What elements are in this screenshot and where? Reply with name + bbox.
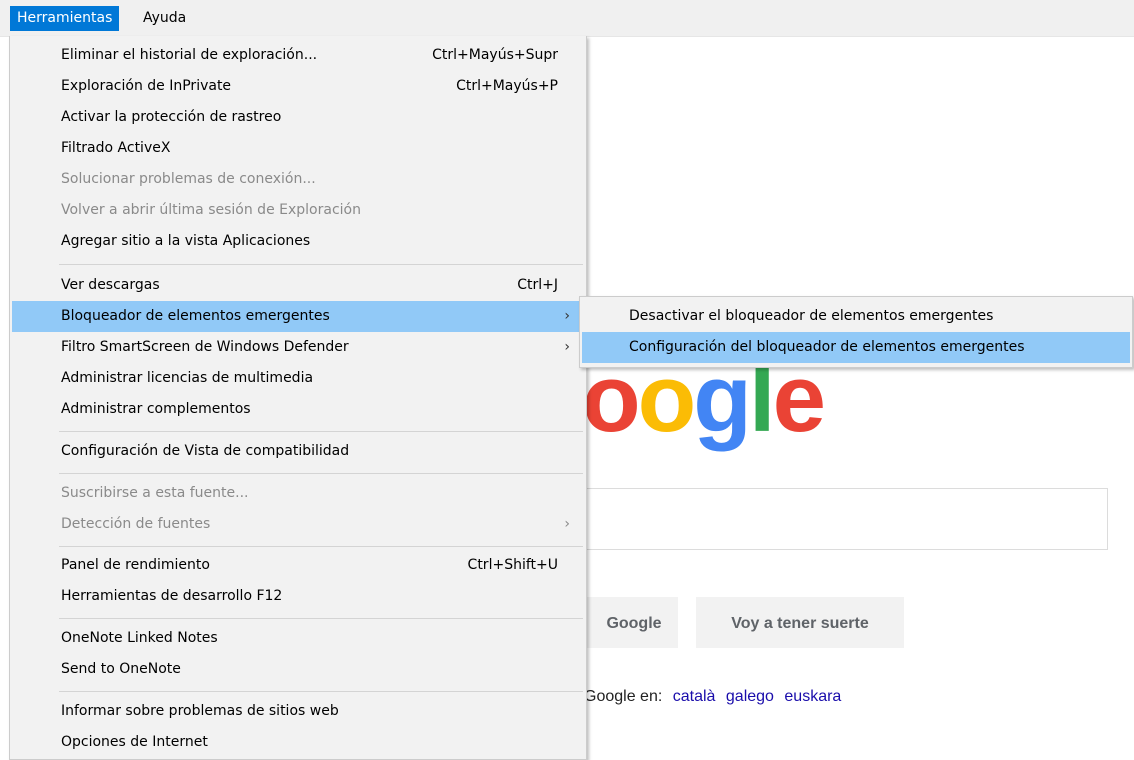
menu-item-shortcut: Ctrl+Mayús+P bbox=[456, 78, 558, 94]
menu-item-send-to-onenote[interactable]: Send to OneNote bbox=[12, 654, 584, 685]
menu-item-shortcut: Ctrl+Shift+U bbox=[467, 557, 558, 573]
menu-item-label: Solucionar problemas de conexión... bbox=[61, 171, 316, 187]
menu-item-fix-connection: Solucionar problemas de conexión... bbox=[12, 164, 584, 195]
menu-item-popup-blocker[interactable]: Bloqueador de elementos emergentes › bbox=[12, 301, 584, 332]
menu-item-tracking-protection[interactable]: Activar la protección de rastreo bbox=[12, 102, 584, 133]
menu-item-label: OneNote Linked Notes bbox=[61, 630, 218, 646]
menu-item-delete-history[interactable]: Eliminar el historial de exploración... … bbox=[12, 40, 584, 71]
menu-item-label: Agregar sitio a la vista Aplicaciones bbox=[61, 233, 311, 249]
menu-item-label: Exploración de InPrivate bbox=[61, 78, 232, 94]
menu-item-label: Send to OneNote bbox=[61, 661, 181, 677]
menu-bar: Herramientas Ayuda bbox=[0, 0, 1134, 37]
language-link-galego[interactable]: galego bbox=[726, 688, 774, 705]
menu-item-internet-options[interactable]: Opciones de Internet bbox=[12, 727, 584, 758]
menu-item-activex-filtering[interactable]: Filtrado ActiveX bbox=[12, 133, 584, 164]
menu-item-label: Panel de rendimiento bbox=[61, 557, 210, 573]
chevron-right-icon: › bbox=[564, 516, 570, 532]
popup-blocker-submenu: Desactivar el bloqueador de elementos em… bbox=[579, 296, 1133, 368]
menu-item-manage-addons[interactable]: Administrar complementos bbox=[12, 394, 584, 425]
submenu-item-popup-blocker-settings[interactable]: Configuración del bloqueador de elemento… bbox=[582, 332, 1130, 363]
submenu-item-label: Configuración del bloqueador de elemento… bbox=[629, 339, 1025, 355]
menu-item-smartscreen[interactable]: Filtro SmartScreen de Windows Defender › bbox=[12, 332, 584, 363]
menu-separator bbox=[59, 618, 583, 619]
menu-item-compat-view[interactable]: Configuración de Vista de compatibilidad bbox=[12, 436, 584, 467]
menu-item-label: Herramientas de desarrollo F12 bbox=[61, 588, 283, 604]
menu-item-subscribe-feed: Suscribirse a esta fuente... bbox=[12, 478, 584, 509]
menu-item-label: Administrar licencias de multimedia bbox=[61, 370, 314, 386]
tools-menu: Eliminar el historial de exploración... … bbox=[9, 36, 587, 760]
menu-item-f12-devtools[interactable]: Herramientas de desarrollo F12 bbox=[12, 581, 584, 612]
menu-item-add-to-apps[interactable]: Agregar sitio a la vista Aplicaciones bbox=[12, 226, 584, 257]
menu-separator bbox=[59, 546, 583, 547]
menu-item-inprivate[interactable]: Exploración de InPrivate Ctrl+Mayús+P bbox=[12, 71, 584, 102]
language-link-euskara[interactable]: euskara bbox=[784, 688, 841, 705]
menu-separator bbox=[59, 691, 583, 692]
menu-item-reopen-session: Volver a abrir última sesión de Explorac… bbox=[12, 195, 584, 226]
menu-item-label: Administrar complementos bbox=[61, 401, 251, 417]
language-prefix: Google en: bbox=[584, 688, 663, 705]
menu-item-label: Informar sobre problemas de sitios web bbox=[61, 703, 339, 719]
menu-item-label: Opciones de Internet bbox=[61, 734, 208, 750]
submenu-item-label: Desactivar el bloqueador de elementos em… bbox=[629, 308, 994, 324]
menu-item-label: Eliminar el historial de exploración... bbox=[61, 47, 318, 63]
menu-item-shortcut: Ctrl+J bbox=[517, 277, 558, 293]
menu-item-label: Filtrado ActiveX bbox=[61, 140, 171, 156]
chevron-right-icon: › bbox=[564, 308, 570, 324]
language-link-catala[interactable]: català bbox=[673, 688, 716, 705]
menu-item-feed-discovery: Detección de fuentes › bbox=[12, 509, 584, 540]
menu-separator bbox=[59, 264, 583, 265]
menu-item-label: Configuración de Vista de compatibilidad bbox=[61, 443, 350, 459]
menu-item-label: Bloqueador de elementos emergentes bbox=[61, 308, 330, 324]
menu-item-view-downloads[interactable]: Ver descargas Ctrl+J bbox=[12, 270, 584, 301]
menu-separator bbox=[59, 473, 583, 474]
menu-item-onenote-linked-notes[interactable]: OneNote Linked Notes bbox=[12, 623, 584, 654]
menu-herramientas[interactable]: Herramientas bbox=[10, 6, 120, 31]
search-input[interactable] bbox=[560, 488, 1108, 550]
menu-item-performance-dashboard[interactable]: Panel de rendimiento Ctrl+Shift+U bbox=[12, 550, 584, 581]
language-offer: Google en: català galego euskara bbox=[584, 688, 841, 706]
menu-item-label: Ver descargas bbox=[61, 277, 160, 293]
menu-item-label: Detección de fuentes bbox=[61, 516, 211, 532]
lucky-button[interactable]: Voy a tener suerte bbox=[696, 597, 904, 648]
menu-item-label: Activar la protección de rastreo bbox=[61, 109, 282, 125]
menu-item-report-website-problems[interactable]: Informar sobre problemas de sitios web bbox=[12, 696, 584, 727]
submenu-item-disable-popup-blocker[interactable]: Desactivar el bloqueador de elementos em… bbox=[582, 301, 1130, 332]
menu-item-label: Suscribirse a esta fuente... bbox=[61, 485, 249, 501]
menu-item-shortcut: Ctrl+Mayús+Supr bbox=[432, 47, 558, 63]
menu-item-label: Volver a abrir última sesión de Explorac… bbox=[61, 202, 361, 218]
menu-item-media-licenses[interactable]: Administrar licencias de multimedia bbox=[12, 363, 584, 394]
chevron-right-icon: › bbox=[564, 339, 570, 355]
menu-ayuda[interactable]: Ayuda bbox=[136, 6, 193, 31]
menu-separator bbox=[59, 431, 583, 432]
menu-item-label: Filtro SmartScreen de Windows Defender bbox=[61, 339, 349, 355]
